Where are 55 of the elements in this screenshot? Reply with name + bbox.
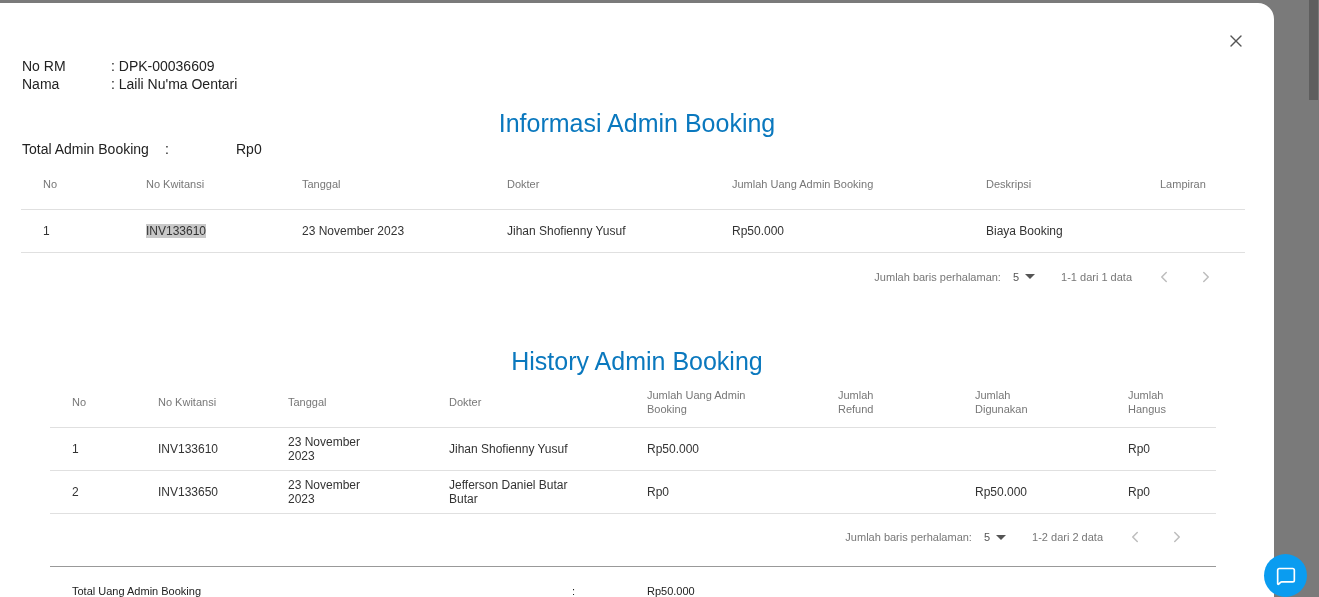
- table-cell: Rp50.000: [975, 484, 1028, 499]
- column-header: Lampiran: [1160, 177, 1206, 191]
- column-header: Dokter: [449, 394, 482, 409]
- patient-field-label: No RM: [22, 57, 67, 75]
- page-range-text: 1-2 dari 2 data: [1032, 531, 1103, 544]
- table-cell-text: 23 November 2023: [288, 477, 362, 506]
- chat-icon: [1275, 565, 1296, 586]
- total-value: Rp50.000: [647, 585, 696, 597]
- section-title: Informasi Admin Booking: [497, 108, 777, 139]
- column-header: Jumlah Digunakan: [975, 387, 1029, 416]
- column-header: Tanggal: [302, 177, 341, 191]
- table-cell: Jihan Shofienny Yusuf: [507, 224, 626, 238]
- table-cell: INV133610: [146, 224, 207, 238]
- column-header: Jumlah Uang Admin Booking: [732, 177, 874, 191]
- column-header: Tanggal: [288, 394, 327, 409]
- column-header: Jumlah Hangus: [1128, 387, 1167, 416]
- total-colon: :: [165, 141, 170, 157]
- rows-per-page-select[interactable]: 5: [1012, 270, 1036, 283]
- rows-per-page-select[interactable]: 5: [983, 531, 1007, 544]
- table-cell: 2: [72, 484, 79, 499]
- chat-button[interactable]: [1264, 554, 1307, 597]
- column-header: No Kwitansi: [146, 177, 205, 191]
- table-cell-text: 23 November 2023: [288, 434, 362, 463]
- table-cell: INV133650: [158, 484, 219, 499]
- table-cell: Jihan Shofienny Yusuf: [449, 441, 568, 456]
- section-title: History Admin Booking: [510, 345, 764, 377]
- patient-field-label: Nama: [22, 75, 61, 93]
- column-header: Jumlah Refund: [838, 387, 875, 416]
- column-header: Dokter: [507, 177, 540, 191]
- patient-field-value: : Laili Nu'ma Oentari: [111, 75, 238, 93]
- total-value: Rp0: [236, 141, 262, 157]
- table-cell: INV133610: [158, 441, 219, 456]
- column-header: No Kwitansi: [158, 394, 217, 409]
- total-colon: :: [572, 585, 577, 597]
- column-header: No: [43, 177, 58, 191]
- column-header: No: [72, 394, 87, 409]
- rows-per-page-label: Jumlah baris perhalaman:: [874, 270, 1001, 283]
- total-label: Total Uang Admin Booking: [71, 585, 203, 597]
- table-cell: Rp50.000: [647, 441, 700, 456]
- page-range-text: 1-1 dari 1 data: [1061, 270, 1132, 283]
- table-cell-text: Jefferson Daniel Butar Butar: [449, 477, 569, 506]
- rows-per-page-label: Jumlah baris perhalaman:: [845, 531, 972, 544]
- table-cell: Rp0: [647, 484, 669, 499]
- table-cell: Biaya Booking: [986, 224, 1063, 238]
- table-cell: Rp50.000: [732, 224, 785, 238]
- total-label: Total Admin Booking: [22, 141, 150, 157]
- patient-field-value: : DPK-00036609: [111, 57, 216, 75]
- table-cell: 23 November 2023: [302, 224, 405, 238]
- table-cell: Rp0: [1128, 484, 1150, 499]
- scrollbar[interactable]: [1309, 0, 1318, 100]
- column-header: Deskripsi: [986, 177, 1032, 191]
- table-cell: 1: [43, 224, 50, 238]
- table-cell: 1: [72, 441, 79, 456]
- table-cell: Rp0: [1128, 441, 1150, 456]
- column-header: Jumlah Uang Admin Booking: [647, 387, 747, 416]
